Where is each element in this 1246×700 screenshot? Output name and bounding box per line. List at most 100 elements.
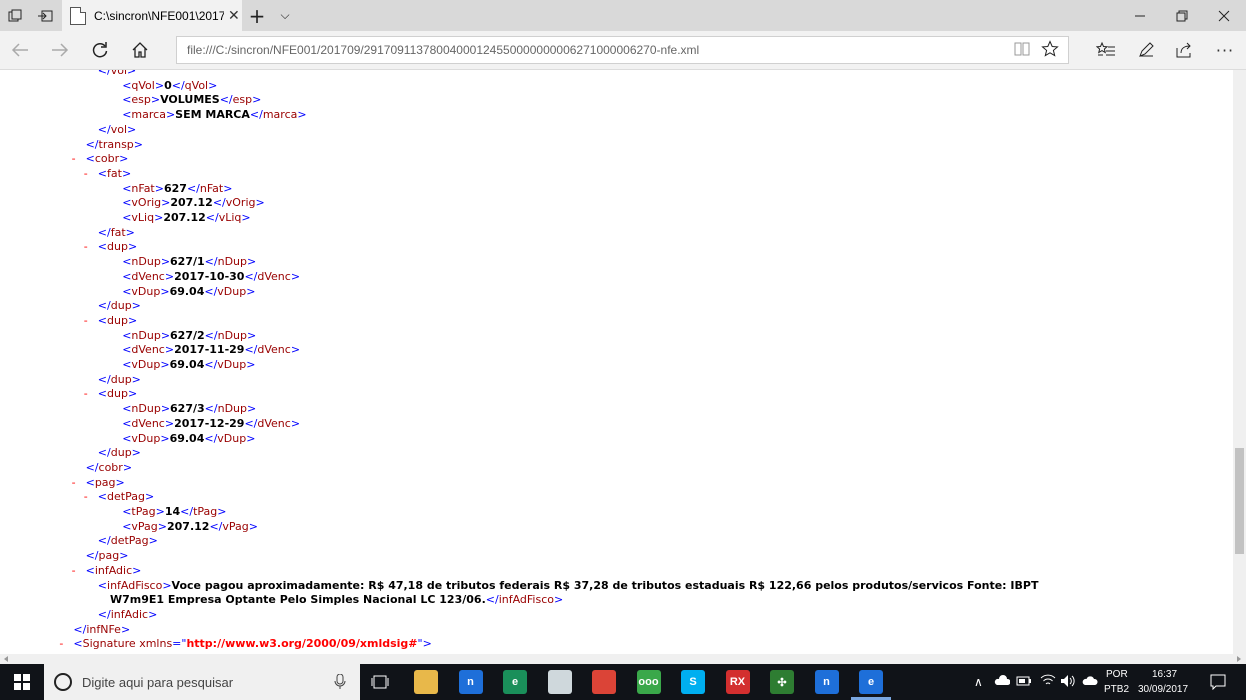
more-options-icon[interactable]: ··· xyxy=(1205,31,1245,69)
notepad-icon[interactable] xyxy=(547,670,572,694)
xml-tag-name: marca xyxy=(262,108,298,122)
xml-tag-name: nFat xyxy=(131,181,155,195)
app-blue-icon[interactable]: n xyxy=(458,670,483,694)
xml-tag-name: vPag xyxy=(131,519,158,533)
xml-bracket: > xyxy=(248,519,258,533)
xml-bracket: </ xyxy=(204,284,218,298)
chrome-icon[interactable] xyxy=(592,670,616,694)
xml-bracket: > xyxy=(127,70,137,77)
xml-bracket: > xyxy=(246,358,256,371)
collapse-toggle[interactable]: - xyxy=(84,387,88,400)
xml-tag-name: pag xyxy=(98,549,120,563)
xml-bracket: > xyxy=(144,490,155,504)
tab-active[interactable]: C:\sincron\NFE001\2017 ✕ xyxy=(62,0,242,31)
collapse-toggle[interactable]: - xyxy=(72,564,76,577)
action-center-icon[interactable] xyxy=(1210,674,1226,693)
file-explorer-icon[interactable] xyxy=(414,670,438,694)
xml-bracket: > xyxy=(160,431,170,445)
onedrive-icon[interactable] xyxy=(994,674,1011,689)
skype-icon[interactable]: S xyxy=(681,670,705,694)
xml-bracket: > xyxy=(160,328,171,342)
xml-bracket: < xyxy=(85,475,95,489)
refresh-icon[interactable] xyxy=(80,31,120,69)
url-input[interactable] xyxy=(187,43,1007,57)
xml-tag-name: dVenc xyxy=(257,416,291,430)
dots-app-icon[interactable]: ✣ xyxy=(770,670,794,694)
reading-view-icon[interactable] xyxy=(1013,40,1031,62)
navigation-bar: ··· xyxy=(0,31,1246,70)
xml-line: </dup> xyxy=(98,373,141,387)
restore-icon[interactable] xyxy=(1162,0,1202,31)
close-tab-icon[interactable]: ✕ xyxy=(228,8,240,24)
xml-bracket: > xyxy=(155,505,165,518)
xml-bracket: </ xyxy=(97,372,111,386)
edge-colored-icon[interactable]: e xyxy=(503,670,527,694)
taskbar-search-box[interactable]: Digite aqui para pesquisar xyxy=(44,664,360,700)
xml-line: <nDup>627/2</nDup> xyxy=(122,329,256,343)
tab-manager-icon[interactable] xyxy=(0,0,30,31)
xml-bracket: > xyxy=(125,225,135,239)
tab-list-chevron-icon[interactable]: ⌵ xyxy=(272,0,298,31)
collapse-toggle[interactable]: - xyxy=(84,167,88,180)
collapse-toggle[interactable]: - xyxy=(72,152,76,165)
language-indicator-top[interactable]: POR xyxy=(1106,669,1128,680)
language-indicator-bottom[interactable]: PTB2 xyxy=(1104,684,1129,695)
collapse-toggle[interactable]: - xyxy=(84,490,88,503)
xml-tag-name: dVenc xyxy=(131,269,165,283)
taskbar: Digite aqui para pesquisar n e ooo S RX ✣ n e ∧… xyxy=(0,664,1246,700)
xml-line: <detPag> xyxy=(98,490,154,504)
back-icon[interactable] xyxy=(0,31,40,69)
xml-tag-name: vLiq xyxy=(218,211,242,224)
vertical-scrollbar[interactable] xyxy=(1233,70,1246,654)
green-app-icon[interactable]: ooo xyxy=(636,670,661,694)
xml-line: <dVenc>2017-11-29</dVenc> xyxy=(122,343,300,357)
volume-icon[interactable] xyxy=(1060,674,1076,691)
collapse-toggle[interactable]: - xyxy=(84,240,88,253)
microphone-icon[interactable] xyxy=(334,674,346,690)
xml-bracket: > xyxy=(127,313,138,327)
scrollbar-thumb[interactable] xyxy=(1235,448,1244,554)
set-aside-tabs-icon[interactable] xyxy=(30,0,60,31)
favorite-star-icon[interactable] xyxy=(1041,40,1059,62)
clock-date[interactable]: 30/09/2017 xyxy=(1138,684,1188,695)
xml-tag-name: nDup xyxy=(131,255,161,269)
collapse-toggle[interactable]: - xyxy=(84,314,88,327)
app-blue2-icon[interactable]: n xyxy=(814,670,839,694)
minimize-icon[interactable] xyxy=(1120,0,1160,31)
forward-icon[interactable] xyxy=(40,31,80,69)
battery-icon[interactable] xyxy=(1016,676,1032,689)
home-icon[interactable] xyxy=(120,31,160,69)
collapse-toggle[interactable]: - xyxy=(72,476,76,489)
edge-icon[interactable]: e xyxy=(859,670,883,694)
xml-line: <vPag>207.12</vPag> xyxy=(122,520,258,534)
xml-tag-name: dVenc xyxy=(131,416,165,430)
network-cloud-icon[interactable] xyxy=(1082,673,1098,690)
scroll-left-icon[interactable] xyxy=(3,656,9,662)
web-note-icon[interactable] xyxy=(1126,31,1166,69)
wifi-icon[interactable] xyxy=(1040,673,1056,690)
xml-bracket: > xyxy=(127,240,138,254)
scroll-right-icon[interactable] xyxy=(1236,656,1242,662)
xml-text-value: Voce pagou aproximadamente: R$ 47,18 de … xyxy=(171,578,1039,592)
task-view-icon[interactable] xyxy=(364,664,396,700)
xml-bracket: > xyxy=(164,269,175,283)
rx-icon[interactable]: RX xyxy=(725,670,750,694)
xml-bracket: > xyxy=(115,475,125,489)
xml-bracket: > xyxy=(119,549,129,563)
xml-text-value: 207.12 xyxy=(167,519,210,533)
xml-tag-name: marca xyxy=(131,108,166,122)
share-icon[interactable] xyxy=(1164,31,1204,69)
xml-bracket: < xyxy=(97,490,108,504)
hub-icon[interactable] xyxy=(1086,31,1126,69)
collapse-toggle[interactable]: - xyxy=(59,637,63,650)
xml-line: <dVenc>2017-10-30</dVenc> xyxy=(122,270,300,284)
show-hidden-icons-chevron-icon[interactable]: ∧ xyxy=(974,675,983,689)
clock-time[interactable]: 16:37 xyxy=(1152,669,1177,680)
close-window-icon[interactable] xyxy=(1204,0,1244,31)
horizontal-scrollbar[interactable] xyxy=(0,654,1246,664)
xml-bracket: > xyxy=(290,343,301,357)
address-bar[interactable] xyxy=(176,36,1069,64)
new-tab-button[interactable]: + xyxy=(244,0,270,31)
xml-line: </dup> xyxy=(98,446,141,460)
start-windows-icon[interactable] xyxy=(0,664,44,700)
